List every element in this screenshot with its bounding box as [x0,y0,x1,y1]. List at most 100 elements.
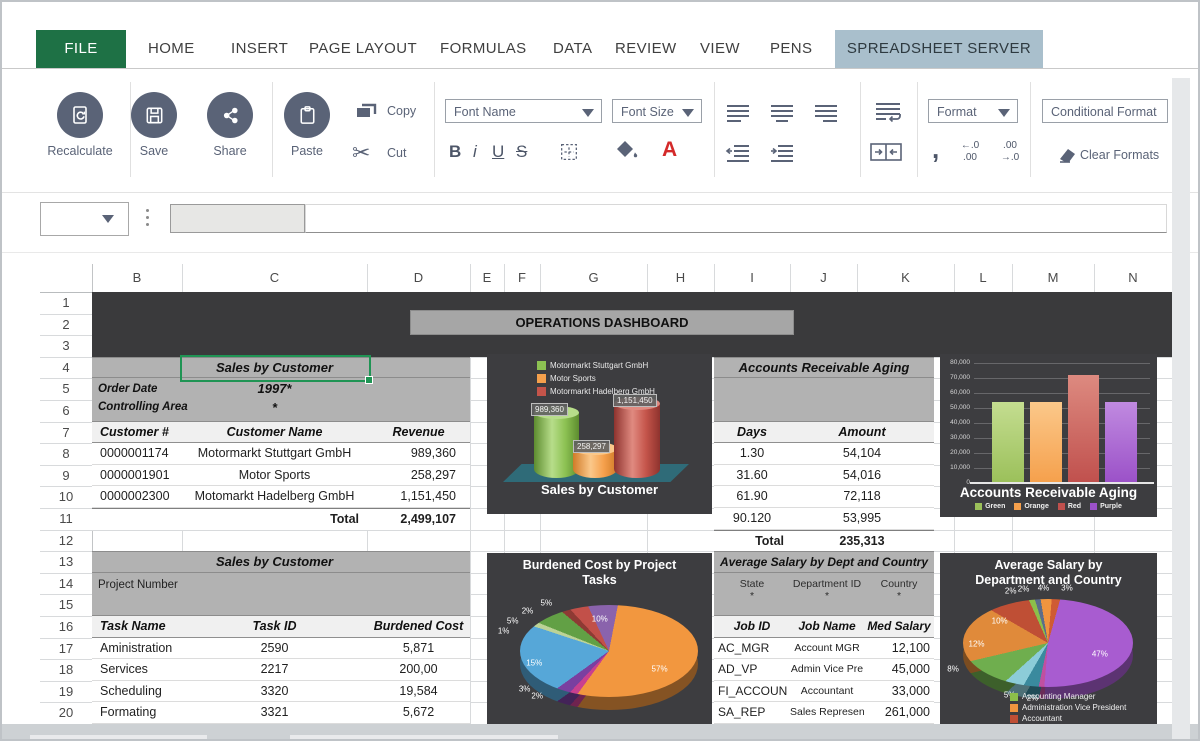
column-header-G[interactable]: G [540,264,647,292]
share-button[interactable] [207,92,253,138]
column-header[interactable]: Job Name [790,616,864,637]
column-header[interactable]: Customer Name [182,422,367,443]
table-cell[interactable]: Admin Vice Pre [790,659,864,679]
table-cell[interactable]: 5,672 [367,702,470,722]
row-header-5[interactable]: 5 [40,378,92,400]
tab-pens[interactable]: PENS [770,30,812,68]
tab-insert[interactable]: INSERT [231,30,288,68]
save-button[interactable] [131,92,177,138]
row-header-1[interactable]: 1 [40,292,92,314]
filter-label[interactable]: Department ID * [790,578,864,602]
table-cell[interactable]: 3320 [182,681,367,701]
table-cell[interactable]: Services [92,659,182,679]
filter-label[interactable]: Order Date [98,383,157,395]
table-cell[interactable]: 19,584 [367,681,470,701]
table-cell[interactable]: 72,118 [790,486,934,506]
sheet-tab[interactable] [30,735,207,739]
ar-aging-chart[interactable]: 80,000 70,000 60,000 50,000 40,000 30,000 20,0… [940,354,1157,517]
sheet-tab[interactable] [290,735,558,739]
table-cell[interactable]: 5,871 [367,638,470,658]
table-cell[interactable]: 61.90 [714,486,790,506]
align-left-button[interactable] [724,102,752,126]
filter-value[interactable]: * [182,400,367,415]
column-header[interactable]: Job ID [714,616,790,637]
bold-button[interactable]: B [449,142,461,162]
row-header-8[interactable]: 8 [40,443,92,465]
tab-review[interactable]: REVIEW [615,30,677,68]
comma-style-button[interactable]: , [932,134,939,165]
table-cell[interactable]: 90.120 [714,508,790,528]
row-header-9[interactable]: 9 [40,465,92,487]
spreadsheet-grid[interactable]: BCDEFGHIJKLMN 1 2 3 4 5 6 7 8 9 10 11 12 13 14 15 16 17 1… [40,264,1172,724]
row-header-12[interactable]: 12 [40,530,92,552]
dashboard-banner[interactable]: OPERATIONS DASHBOARD [92,292,1172,357]
row-header-19[interactable]: 19 [40,681,92,703]
row-header-4[interactable]: 4 [40,357,92,379]
merge-cells-button[interactable] [868,140,904,164]
table-cell[interactable]: 0000001901 [92,465,182,485]
table-cell[interactable]: 1,151,450 [367,486,470,506]
column-header[interactable]: Task Name [100,616,185,637]
column-header[interactable]: Med Salary [864,616,934,637]
table-cell[interactable]: 45,000 [864,659,934,679]
table-cell[interactable]: 261,000 [864,702,934,722]
align-right-button[interactable] [812,102,840,126]
tab-spreadsheet-server[interactable]: SPREADSHEET SERVER [835,30,1043,68]
table-cell[interactable]: Scheduling [92,681,182,701]
tab-view[interactable]: VIEW [700,30,740,68]
table-cell[interactable]: 12,100 [864,638,934,658]
total-label[interactable]: Total [714,531,784,552]
filter-label[interactable]: Controlling Area [98,401,188,413]
column-header-M[interactable]: M [1012,264,1094,292]
font-color-button[interactable]: A [662,138,677,162]
column-header-H[interactable]: H [647,264,714,292]
fill-handle[interactable] [365,375,373,384]
name-box[interactable] [40,202,129,236]
table-cell[interactable]: Account MGR [790,638,864,658]
row-header-15[interactable]: 15 [40,594,92,616]
column-header-C[interactable]: C [182,264,367,292]
total-value[interactable]: 2,499,107 [367,509,456,530]
table-cell[interactable]: 200,00 [367,659,470,679]
paste-button[interactable] [284,92,330,138]
table-cell[interactable]: AD_VP [714,659,790,679]
recalculate-button[interactable] [57,92,103,138]
table-cell[interactable]: Sales Represen [790,702,864,722]
column-header-E[interactable]: E [470,264,504,292]
row-header-11[interactable]: 11 [40,508,92,530]
table-cell[interactable]: 989,360 [367,443,470,463]
table-cell[interactable]: 3321 [182,702,367,722]
column-header-L[interactable]: L [954,264,1012,292]
column-header[interactable]: Burdened Cost [367,616,470,637]
row-header-2[interactable]: 2 [40,314,92,336]
tasks-table[interactable]: Sales by Customer Project Number Task Na… [92,551,470,724]
filter-value[interactable]: 1997* [182,381,367,396]
total-label[interactable]: Total [182,509,359,530]
italic-button[interactable]: i [473,142,477,162]
column-header[interactable]: Amount [790,422,934,443]
column-header-J[interactable]: J [790,264,857,292]
borders-button[interactable] [558,141,580,163]
tab-file[interactable]: FILE [36,30,126,68]
filter-label[interactable]: Country * [864,578,934,602]
table-cell[interactable]: SA_REP [714,702,790,722]
row-header-18[interactable]: 18 [40,659,92,681]
table-cell[interactable]: Motor Sports [182,465,367,485]
row-header-14[interactable]: 14 [40,573,92,595]
table-cell[interactable]: 54,104 [790,443,934,463]
table-cell[interactable]: 1.30 [714,443,790,463]
table-cell[interactable]: 31.60 [714,465,790,485]
column-header-F[interactable]: F [504,264,540,292]
fill-color-button[interactable] [612,138,640,164]
salary-table[interactable]: Average Salary by Dept and Country State… [714,551,934,724]
decrease-decimal-button[interactable]: .00 →.0 [990,140,1030,164]
table-cell[interactable]: 53,995 [790,508,934,528]
table-cell[interactable]: 258,297 [367,465,470,485]
table-cell[interactable]: Accountant [790,681,864,701]
column-header-D[interactable]: D [367,264,470,292]
table-cell[interactable]: 33,000 [864,681,934,701]
sales-by-customer-chart[interactable]: Motormarkt Stuttgart GmbH Motor Sports Mot… [487,354,712,514]
ar-aging-table[interactable]: Accounts Receivable Aging Days Amount 1.… [714,356,934,552]
row-header-10[interactable]: 10 [40,486,92,508]
tab-formulas[interactable]: FORMULAS [440,30,527,68]
